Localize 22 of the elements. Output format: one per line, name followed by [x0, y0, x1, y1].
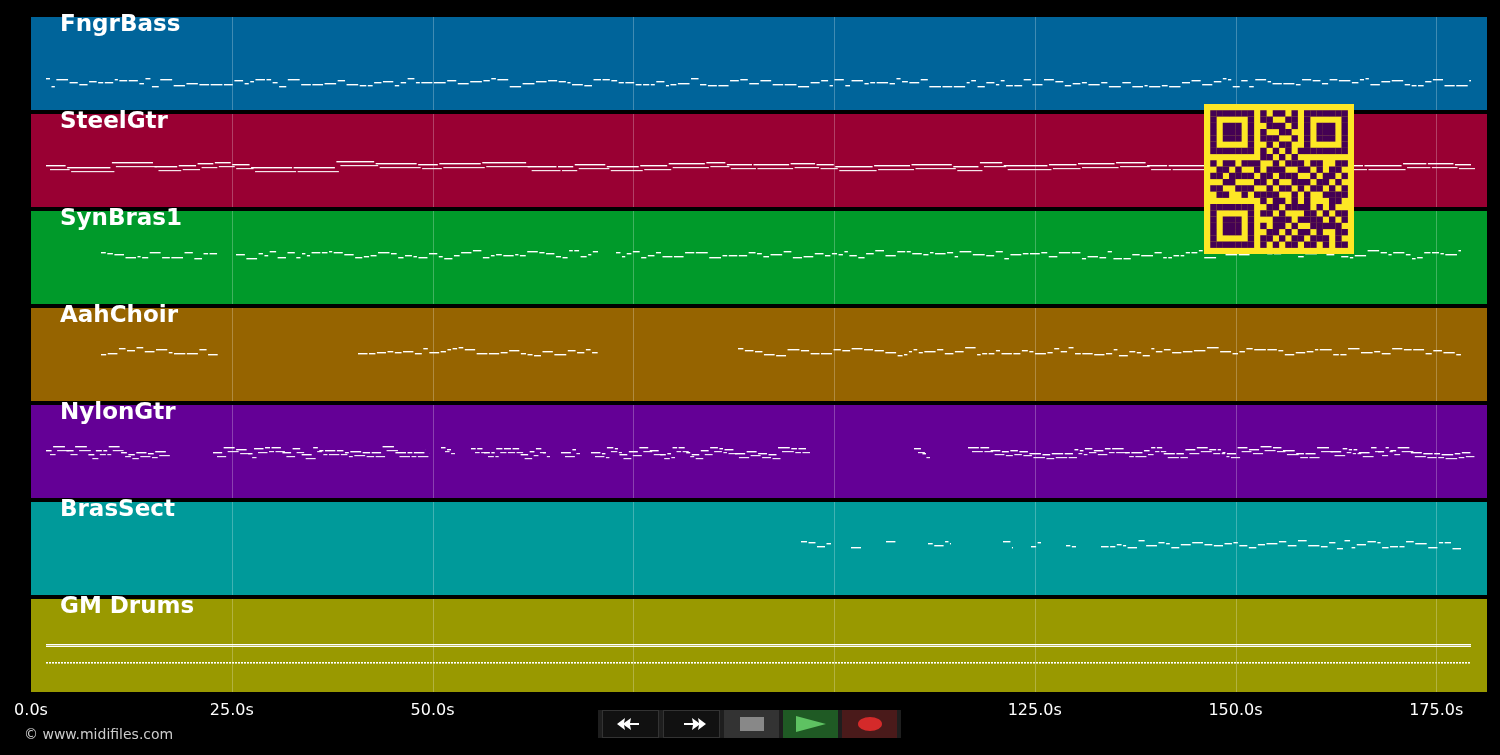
- fast-forward-button[interactable]: [663, 710, 720, 738]
- time-label: 150.0s: [1208, 700, 1263, 719]
- track-name: AahChoir: [60, 300, 178, 328]
- copyright-text: © www.midifiles.com: [24, 726, 174, 742]
- record-button[interactable]: [842, 710, 897, 738]
- track-name: NylonGtr: [60, 397, 176, 425]
- stop-icon: [739, 717, 764, 731]
- time-label: 25.0s: [209, 700, 254, 719]
- time-label: 0.0s: [14, 700, 48, 719]
- track-name: SteelGtr: [60, 106, 168, 134]
- time-label: 175.0s: [1409, 700, 1464, 719]
- track-name: FngrBass: [60, 9, 181, 37]
- track-name: BrasSect: [60, 494, 175, 522]
- rewind-button[interactable]: [602, 710, 659, 738]
- track-name: GM Drums: [60, 591, 195, 619]
- track-name: SynBras1: [60, 203, 183, 231]
- time-label: 125.0s: [1007, 700, 1062, 719]
- play-button[interactable]: [783, 710, 838, 738]
- play-icon: [795, 716, 826, 732]
- stop-button[interactable]: [724, 710, 779, 738]
- time-label: 50.0s: [410, 700, 455, 719]
- record-icon: [857, 717, 882, 731]
